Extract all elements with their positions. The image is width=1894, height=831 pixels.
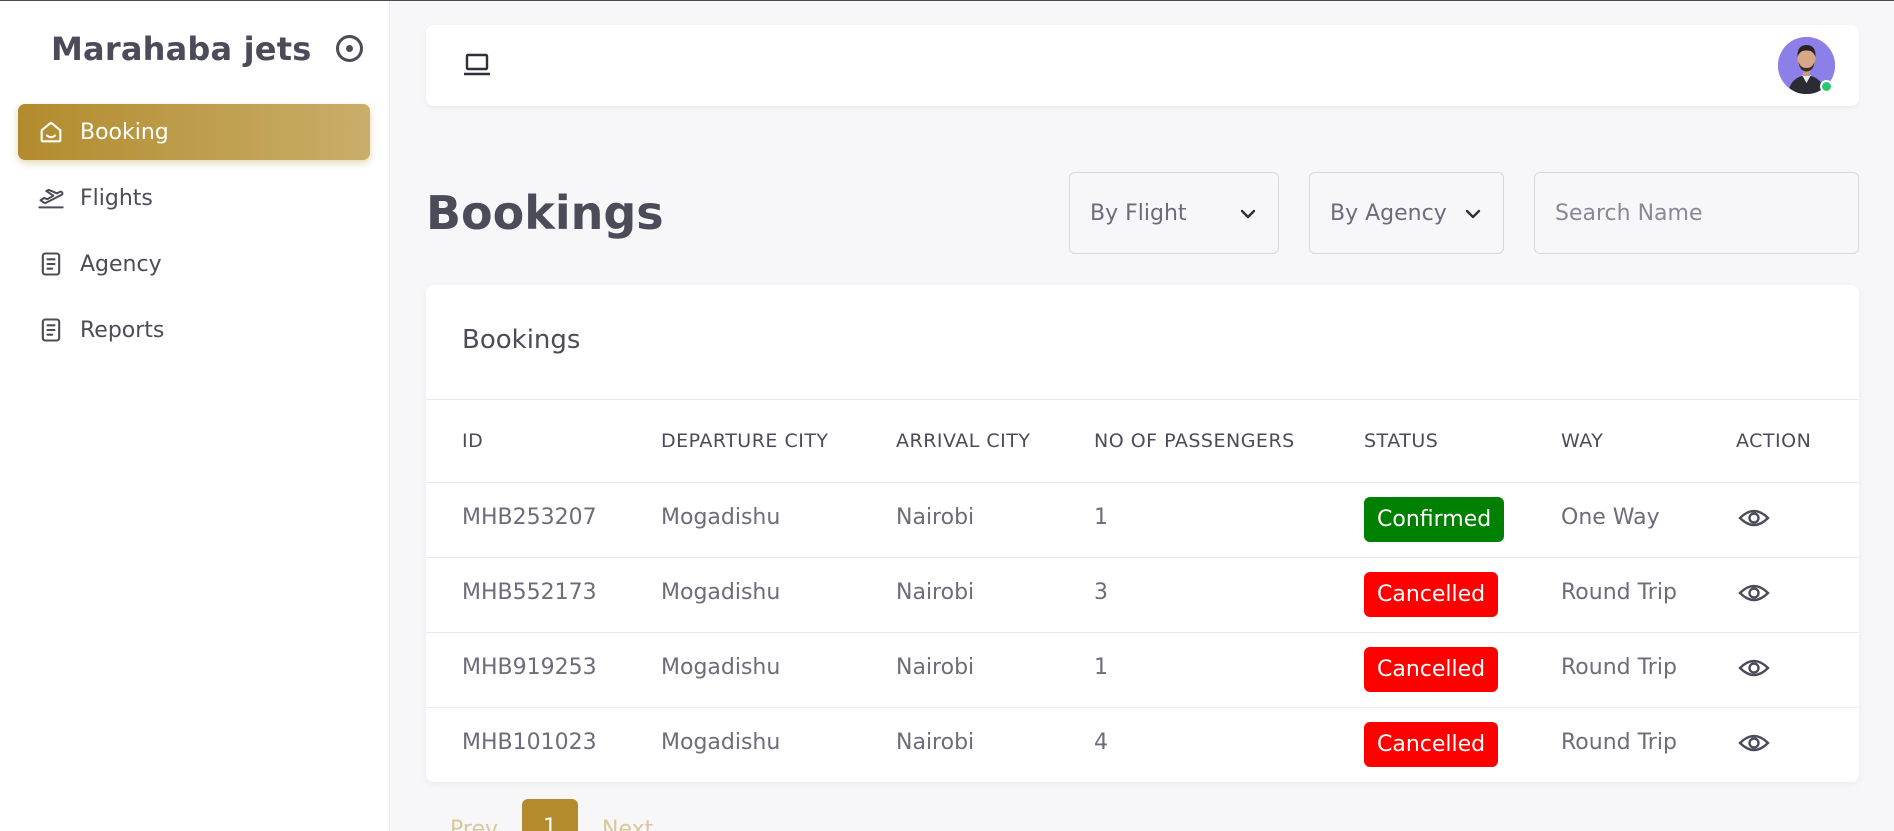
home-icon: [36, 117, 66, 147]
booking-id: MHB552173: [462, 580, 597, 605]
departure-city: Mogadishu: [661, 655, 781, 680]
status-badge: Cancelled: [1364, 647, 1499, 692]
trip-way: One Way: [1561, 505, 1660, 530]
column-header-id: ID: [462, 430, 484, 452]
arrival-city: Nairobi: [896, 505, 975, 530]
sidebar-item-agency[interactable]: Agency: [18, 236, 370, 292]
passenger-count: 4: [1094, 730, 1108, 755]
departure-city: Mogadishu: [661, 730, 781, 755]
sidebar-item-booking[interactable]: Booking: [18, 104, 370, 160]
view-eye-icon[interactable]: [1738, 727, 1770, 759]
booking-id: MHB919253: [462, 655, 597, 680]
by-agency-dropdown[interactable]: By Agency: [1309, 172, 1504, 254]
passenger-count: 1: [1094, 505, 1108, 530]
table-row: MHB253207 Mogadishu Nairobi 1 Confirmed …: [426, 482, 1859, 557]
bookings-card: Bookings ID DEPARTURE CITY ARRIVAL CITY …: [426, 285, 1859, 782]
document-icon: [36, 249, 66, 279]
pagination-next[interactable]: Next: [602, 817, 653, 831]
sidebar-item-label: Booking: [80, 119, 169, 145]
view-eye-icon[interactable]: [1738, 652, 1770, 684]
by-flight-dropdown[interactable]: By Flight: [1069, 172, 1279, 254]
booking-id: MHB253207: [462, 505, 597, 530]
trip-way: Round Trip: [1561, 655, 1677, 680]
sidebar-item-label: Reports: [80, 317, 165, 343]
sidebar-item-label: Flights: [80, 185, 153, 211]
divider: [426, 399, 1859, 400]
departure-city: Mogadishu: [661, 580, 781, 605]
laptop-icon[interactable]: [462, 51, 492, 79]
status-badge: Cancelled: [1364, 722, 1499, 767]
trip-way: Round Trip: [1561, 580, 1677, 605]
column-header-way: WAY: [1561, 430, 1604, 452]
sidebar: Marahaba jets Booking Flights Agency Rep…: [0, 1, 390, 831]
trip-way: Round Trip: [1561, 730, 1677, 755]
plane-departure-icon: [36, 183, 66, 213]
card-title: Bookings: [462, 325, 581, 355]
by-agency-label: By Agency: [1330, 200, 1447, 226]
view-eye-icon[interactable]: [1738, 502, 1770, 534]
table-row: MHB552173 Mogadishu Nairobi 3 Cancelled …: [426, 557, 1859, 632]
sidebar-item-reports[interactable]: Reports: [18, 302, 370, 358]
column-header-status: STATUS: [1364, 430, 1439, 452]
passenger-count: 3: [1094, 580, 1108, 605]
column-header-action: ACTION: [1736, 430, 1812, 452]
document-icon: [36, 315, 66, 345]
column-header-departure-city: DEPARTURE CITY: [661, 430, 829, 452]
sidebar-toggle-icon[interactable]: [336, 35, 363, 62]
departure-city: Mogadishu: [661, 505, 781, 530]
pagination-page-1[interactable]: 1: [522, 799, 578, 831]
chevron-down-icon: [1238, 204, 1258, 224]
status-badge: Cancelled: [1364, 572, 1499, 617]
view-eye-icon[interactable]: [1738, 577, 1770, 609]
table-row: MHB101023 Mogadishu Nairobi 4 Cancelled …: [426, 707, 1859, 782]
top-navbar: [426, 25, 1859, 106]
column-header-arrival-city: ARRIVAL CITY: [896, 430, 1031, 452]
sidebar-item-flights[interactable]: Flights: [18, 170, 370, 226]
passenger-count: 1: [1094, 655, 1108, 680]
booking-id: MHB101023: [462, 730, 597, 755]
online-status-indicator: [1820, 80, 1833, 93]
sidebar-item-label: Agency: [80, 251, 162, 277]
page-title: Bookings: [426, 186, 664, 240]
pagination-prev[interactable]: Prev: [450, 817, 498, 831]
chevron-down-icon: [1463, 204, 1483, 224]
arrival-city: Nairobi: [896, 580, 975, 605]
table-row: MHB919253 Mogadishu Nairobi 1 Cancelled …: [426, 632, 1859, 707]
search-name-input[interactable]: [1534, 172, 1859, 254]
brand-title: Marahaba jets: [51, 30, 312, 68]
status-badge: Confirmed: [1364, 497, 1505, 542]
column-header-passengers: NO OF PASSENGERS: [1094, 430, 1295, 452]
arrival-city: Nairobi: [896, 730, 975, 755]
arrival-city: Nairobi: [896, 655, 975, 680]
by-flight-label: By Flight: [1090, 200, 1187, 226]
